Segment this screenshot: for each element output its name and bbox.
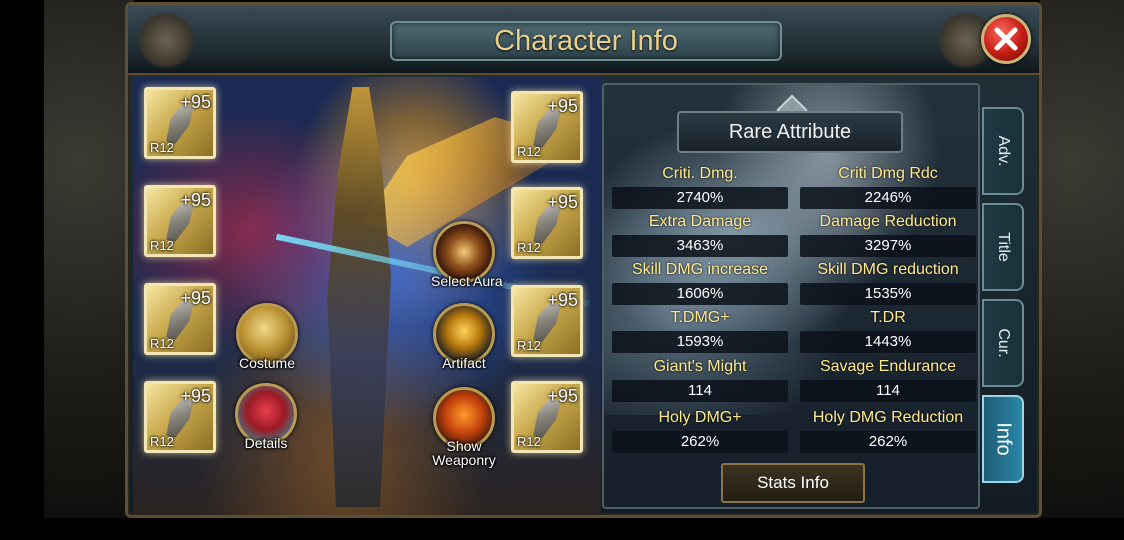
- attr-name: Criti. Dmg.: [662, 165, 738, 182]
- attr-value: 114: [800, 380, 976, 402]
- attr-holy-dmg-reduction: Holy DMG Reduction 262%: [800, 407, 976, 453]
- character-model: [327, 87, 391, 507]
- attr-name: Holy DMG Reduction: [812, 409, 964, 426]
- select-aura-button[interactable]: Select Aura: [431, 221, 503, 303]
- attr-name: Extra Damage: [648, 213, 752, 230]
- title-bar: Character Info: [128, 5, 1039, 75]
- letterbox-left: [0, 0, 44, 540]
- attr-name: T.DMG+: [670, 309, 730, 326]
- artifact-button[interactable]: Artifact: [431, 303, 497, 385]
- attr-value: 114: [612, 380, 788, 402]
- tab-cur-label: Cur.: [995, 328, 1012, 358]
- rank-label: R12: [150, 238, 174, 253]
- attr-skill-dmg-increase: Skill DMG increase 1606%: [612, 259, 788, 305]
- equipment-slot-necklace[interactable]: +95 R12: [511, 381, 583, 453]
- attr-giants-might: Giant's Might 114: [612, 356, 788, 402]
- tab-title-label: Title: [995, 232, 1012, 262]
- attr-value: 2246%: [800, 187, 976, 209]
- tab-info-label: Info: [992, 422, 1015, 456]
- equipment-slot-helmet[interactable]: +95 R12: [511, 91, 583, 163]
- stats-info-button[interactable]: Stats Info: [721, 463, 865, 503]
- attr-savage-endurance: Savage Endurance 114: [800, 356, 976, 402]
- artifact-label: Artifact: [442, 355, 486, 371]
- title-plate: Character Info: [390, 21, 782, 61]
- attr-name: T.DR: [870, 309, 906, 326]
- rank-label: R12: [517, 338, 541, 353]
- window-title: Character Info: [494, 25, 678, 57]
- attr-value: 3297%: [800, 235, 976, 257]
- enhance-level: +95: [547, 290, 578, 310]
- character-info-window: Character Info +95 R12 +95 R12 +95 R12 +…: [125, 2, 1042, 518]
- rank-label: R12: [517, 144, 541, 159]
- show-weaponry-label: Show Weaponry: [432, 438, 496, 468]
- equipment-slot-armor[interactable]: +95 R12: [511, 187, 583, 259]
- attr-value: 1593%: [612, 331, 788, 353]
- rank-label: R12: [150, 140, 174, 155]
- rank-label: R12: [150, 336, 174, 351]
- attr-name: Skill DMG reduction: [817, 261, 959, 278]
- costume-button[interactable]: Costume: [234, 303, 300, 385]
- attr-name: Skill DMG increase: [631, 261, 769, 278]
- equipment-slot-mask[interactable]: +95 R12: [144, 381, 216, 453]
- character-scene: +95 R12 +95 R12 +95 R12 +95 R12 +95 R12 …: [133, 77, 601, 515]
- tab-info[interactable]: Info: [982, 395, 1024, 483]
- attr-name: Savage Endurance: [819, 358, 957, 375]
- attr-t-dmg: T.DMG+ 1593%: [612, 307, 788, 353]
- enhance-level: +95: [180, 288, 211, 308]
- equipment-slot-wings[interactable]: +95 R12: [144, 283, 216, 355]
- costume-label: Costume: [238, 355, 296, 371]
- details-label: Details: [244, 435, 288, 451]
- enhance-level: +95: [547, 386, 578, 406]
- attr-name: Holy DMG+: [658, 409, 742, 426]
- attr-criti-dmg: Criti. Dmg. 2740%: [612, 163, 788, 209]
- background-left: [44, 0, 134, 540]
- rank-label: R12: [517, 434, 541, 449]
- rare-attribute-panel: Rare Attribute Criti. Dmg. 2740% Criti D…: [602, 83, 980, 509]
- attr-value: 1606%: [612, 283, 788, 305]
- enhance-level: +95: [547, 96, 578, 116]
- enhance-level: +95: [180, 190, 211, 210]
- tab-cur[interactable]: Cur.: [982, 299, 1024, 387]
- attr-holy-dmg: Holy DMG+ 262%: [612, 407, 788, 453]
- rank-label: R12: [517, 240, 541, 255]
- tab-adv[interactable]: Adv.: [982, 107, 1024, 195]
- attr-value: 1443%: [800, 331, 976, 353]
- attr-value: 2740%: [612, 187, 788, 209]
- attr-value: 3463%: [612, 235, 788, 257]
- rank-label: R12: [150, 434, 174, 449]
- attr-name: Giant's Might: [653, 358, 747, 375]
- show-weaponry-button[interactable]: Show Weaponry: [431, 387, 497, 469]
- background-right: [1040, 0, 1124, 540]
- attr-extra-damage: Extra Damage 3463%: [612, 211, 788, 257]
- equipment-slot-weapon[interactable]: +95 R12: [144, 87, 216, 159]
- attr-name: Damage Reduction: [819, 213, 957, 230]
- details-button[interactable]: Details: [233, 383, 299, 465]
- attr-value: 262%: [800, 431, 976, 453]
- enhance-level: +95: [180, 386, 211, 406]
- attr-value: 1535%: [800, 283, 976, 305]
- attr-criti-dmg-rdc: Criti Dmg Rdc 2246%: [800, 163, 976, 209]
- close-button[interactable]: [981, 14, 1031, 64]
- enhance-level: +95: [180, 92, 211, 112]
- equipment-slot-legs[interactable]: +95 R12: [511, 285, 583, 357]
- attr-t-dr: T.DR 1443%: [800, 307, 976, 353]
- enhance-level: +95: [547, 192, 578, 212]
- attr-value: 262%: [612, 431, 788, 453]
- close-icon: [994, 27, 1018, 51]
- attr-skill-dmg-reduction: Skill DMG reduction 1535%: [800, 259, 976, 305]
- attr-name: Criti Dmg Rdc: [838, 165, 938, 182]
- tab-adv-label: Adv.: [995, 135, 1012, 167]
- select-aura-label: Select Aura: [431, 273, 503, 289]
- letterbox-bottom: [0, 518, 1124, 540]
- equipment-slot-offhand[interactable]: +95 R12: [144, 185, 216, 257]
- tab-title[interactable]: Title: [982, 203, 1024, 291]
- skull-ornament-icon: [136, 11, 196, 69]
- attr-damage-reduction: Damage Reduction 3297%: [800, 211, 976, 257]
- rare-attribute-title: Rare Attribute: [728, 121, 852, 143]
- rare-attribute-header: Rare Attribute: [677, 111, 903, 153]
